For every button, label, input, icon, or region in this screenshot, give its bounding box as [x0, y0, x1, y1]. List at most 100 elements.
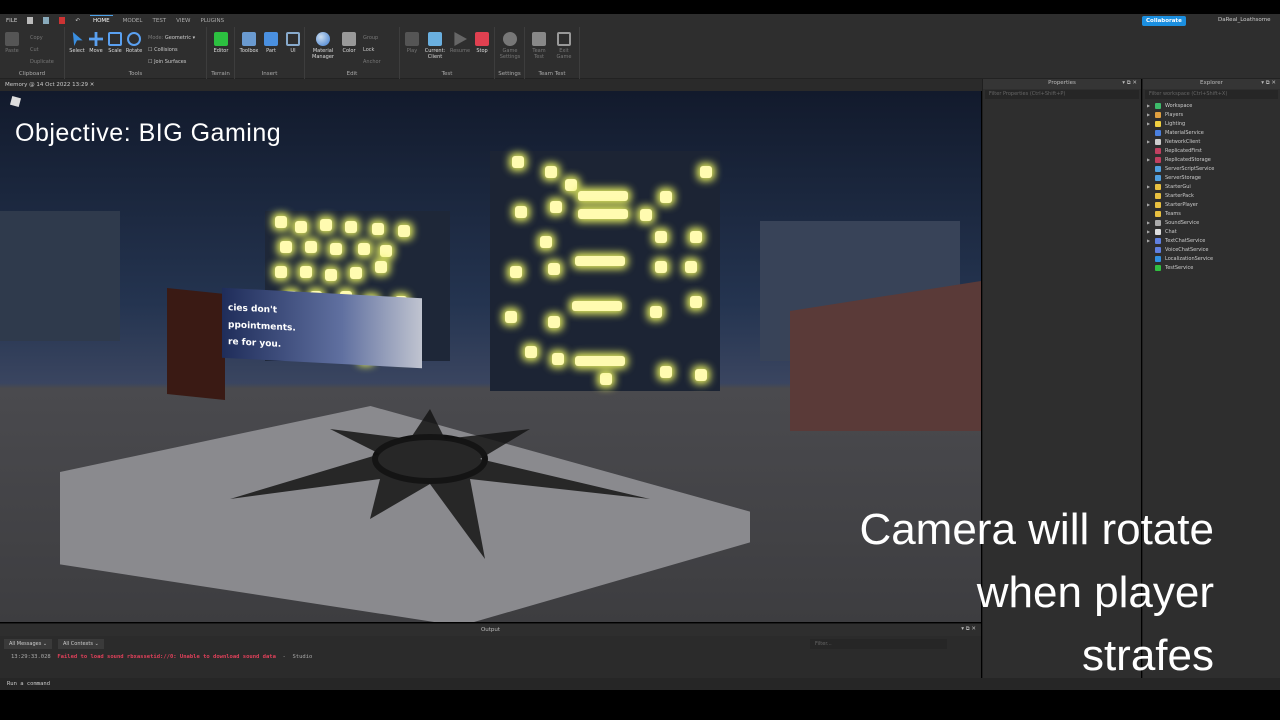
user-menu[interactable]: DaReal_Loathsome	[1218, 17, 1271, 23]
explorer-item[interactable]: TestService	[1143, 263, 1280, 272]
panel-controls[interactable]: ▾ ⧉ ✕	[1261, 80, 1276, 87]
caption-overlay: Camera will rotate when player strafes	[780, 498, 1214, 687]
collisions-checkbox[interactable]: ☐ Collisions	[148, 44, 195, 56]
explorer-item-label: Chat	[1165, 228, 1177, 235]
expand-arrow-icon[interactable]: ▶	[1147, 202, 1155, 207]
properties-filter-input[interactable]: Filter Properties (Ctrl+Shift+P)	[985, 90, 1139, 99]
explorer-item[interactable]: ▶ StarterGui	[1143, 182, 1280, 191]
rotate-button[interactable]: Rotate	[122, 32, 146, 54]
window-light	[275, 266, 287, 278]
new-file-icon[interactable]	[27, 17, 34, 24]
explorer-item[interactable]: ▶ TextChatService	[1143, 236, 1280, 245]
explorer-item[interactable]: MaterialService	[1143, 128, 1280, 137]
expand-arrow-icon[interactable]: ▶	[1147, 112, 1155, 117]
tab-test[interactable]: TEST	[152, 18, 166, 24]
panel-title: Output	[480, 627, 501, 633]
current-client-button[interactable]: Current: Client	[422, 32, 448, 60]
expand-arrow-icon[interactable]: ▶	[1147, 229, 1155, 234]
duplicate-button[interactable]: Duplicate	[30, 56, 54, 68]
anchor-button[interactable]: Anchor	[363, 56, 381, 68]
undo-icon[interactable]: ↶	[75, 18, 80, 24]
close-icon[interactable]: ✕	[90, 82, 95, 88]
explorer-item[interactable]: ▶ SoundService	[1143, 218, 1280, 227]
expand-arrow-icon[interactable]: ▶	[1147, 220, 1155, 225]
window-light	[275, 216, 287, 228]
service-icon	[1155, 201, 1161, 208]
service-icon	[1155, 129, 1161, 136]
panel-controls[interactable]: ▾ ⧉ ✕	[1122, 80, 1137, 87]
window-light	[565, 179, 577, 191]
service-icon	[1155, 228, 1161, 235]
window-light	[330, 243, 342, 255]
explorer-item-label: StarterPack	[1165, 192, 1194, 199]
binoculars-icon[interactable]	[43, 17, 50, 24]
stop-button[interactable]: Stop	[470, 32, 494, 54]
explorer-item[interactable]: ▶ Lighting	[1143, 119, 1280, 128]
explorer-item[interactable]: ▶ StarterPlayer	[1143, 200, 1280, 209]
group-button[interactable]: Group	[363, 32, 381, 44]
explorer-filter-input[interactable]: Filter workspace (Ctrl+Shift+X)	[1145, 90, 1278, 99]
material-manager-button[interactable]: Material Manager	[309, 32, 337, 60]
expand-arrow-icon[interactable]: ▶	[1147, 238, 1155, 243]
explorer-item[interactable]: ServerStorage	[1143, 173, 1280, 182]
explorer-item[interactable]: ServerScriptService	[1143, 164, 1280, 173]
toolbox-button[interactable]: Toolbox	[237, 32, 261, 54]
tab-model[interactable]: MODEL	[123, 18, 143, 24]
copy-button[interactable]: Copy	[30, 32, 54, 44]
explorer-item[interactable]: ▶ Players	[1143, 110, 1280, 119]
explorer-item[interactable]: ▶ ReplicatedStorage	[1143, 155, 1280, 164]
explorer-item[interactable]: LocalizationService	[1143, 254, 1280, 263]
window-light	[358, 243, 370, 255]
window-light	[375, 261, 387, 273]
mode-select[interactable]: Mode: Geometric ▾	[148, 32, 195, 44]
explorer-item[interactable]: ▶ NetworkClient	[1143, 137, 1280, 146]
file-menu[interactable]: FILE	[6, 18, 17, 24]
explorer-item[interactable]: ▶ Workspace	[1143, 101, 1280, 110]
log-entry: 13:29:33.028 Failed to load sound rbxass…	[11, 654, 312, 660]
cut-button[interactable]: Cut	[30, 44, 54, 56]
service-icon	[1155, 210, 1161, 217]
expand-arrow-icon[interactable]: ▶	[1147, 184, 1155, 189]
explorer-item[interactable]: ▶ Chat	[1143, 227, 1280, 236]
terrain-group: Editor Terrain	[207, 27, 235, 79]
explorer-tree: ▶ Workspace ▶ Players ▶ Lighting MaterialServi…	[1143, 100, 1280, 272]
document-tab[interactable]: Memory @ 14 Oct 2022 13:29 ✕	[0, 79, 982, 91]
window-light	[655, 261, 667, 273]
exit-game-button[interactable]: Exit Game	[552, 32, 576, 60]
expand-arrow-icon[interactable]: ▶	[1147, 157, 1155, 162]
explorer-item-label: ServerScriptService	[1165, 165, 1215, 172]
game-settings-button[interactable]: Game Settings	[498, 32, 522, 60]
tab-view[interactable]: VIEW	[176, 18, 190, 24]
explorer-item-label: LocalizationService	[1165, 255, 1214, 262]
log-message: Failed to load sound rbxassetid://0: Una…	[57, 654, 276, 660]
window-light	[540, 236, 552, 248]
part-button[interactable]: Part	[259, 32, 283, 54]
explorer-item[interactable]: VoiceChatService	[1143, 245, 1280, 254]
explorer-item[interactable]: StarterPack	[1143, 191, 1280, 200]
team-test-button[interactable]: Team Test	[527, 32, 551, 60]
lock-button[interactable]: Lock	[363, 44, 381, 56]
resume-button[interactable]: Resume	[448, 32, 472, 54]
window-light	[505, 311, 517, 323]
tab-home[interactable]: HOME	[89, 15, 113, 26]
messages-filter-dropdown[interactable]: All Messages ⌄	[4, 639, 53, 649]
terrain-editor-button[interactable]: Editor	[209, 32, 233, 54]
explorer-item[interactable]: Teams	[1143, 209, 1280, 218]
window-light	[512, 156, 524, 168]
log-source: Studio	[292, 654, 313, 660]
explorer-item[interactable]: ReplicatedFirst	[1143, 146, 1280, 155]
collaborate-button[interactable]: Collaborate	[1142, 16, 1186, 26]
contexts-filter-dropdown[interactable]: All Contexts ⌄	[58, 639, 104, 649]
window-light	[600, 373, 612, 385]
join-surfaces-checkbox[interactable]: ☐ Join Surfaces	[148, 56, 195, 68]
play-button[interactable]: Play	[400, 32, 424, 54]
paste-button[interactable]: Paste	[3, 32, 21, 54]
ui-button[interactable]: UI	[281, 32, 305, 54]
stop-icon[interactable]	[59, 17, 66, 24]
settings-group: Game Settings Settings	[495, 27, 525, 79]
expand-arrow-icon[interactable]: ▶	[1147, 121, 1155, 126]
tab-plugins[interactable]: PLUGINS	[200, 18, 224, 24]
expand-arrow-icon[interactable]: ▶	[1147, 103, 1155, 108]
expand-arrow-icon[interactable]: ▶	[1147, 139, 1155, 144]
color-button[interactable]: Color	[337, 32, 361, 54]
